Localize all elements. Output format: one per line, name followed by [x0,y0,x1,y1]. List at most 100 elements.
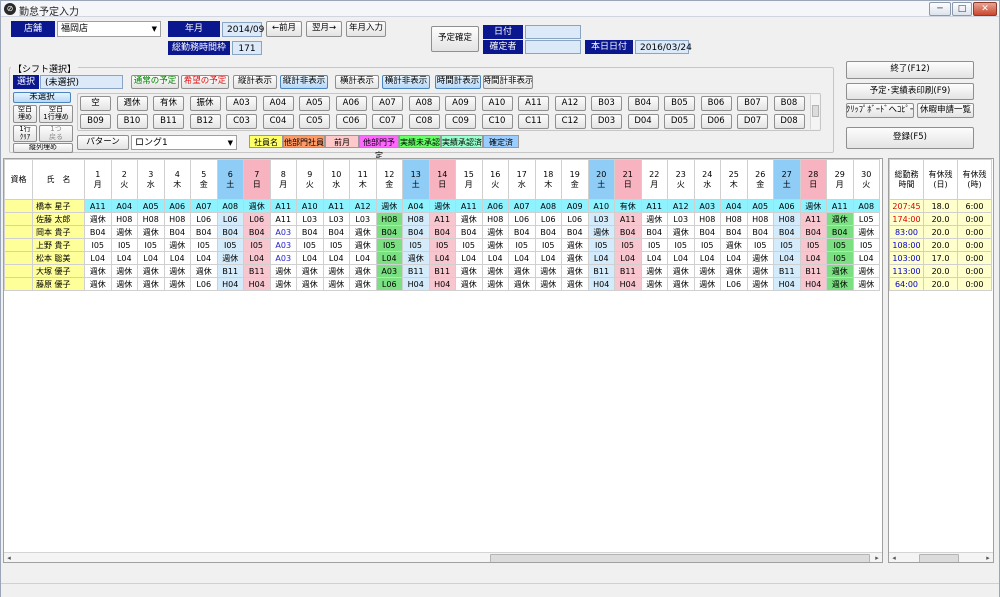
shift-cell[interactable]: 週休 [561,277,589,291]
shift-cell[interactable]: 週休 [110,264,138,278]
day-header[interactable]: 18 木 [534,159,562,200]
shift-cell[interactable]: L04 [243,251,271,265]
shift-cell[interactable]: A12 [667,199,695,213]
shift-cell[interactable]: B04 [402,225,430,239]
shift-cell[interactable]: 有休 [614,199,642,213]
palette-scroll-thumb[interactable] [812,105,819,117]
employee-name[interactable]: 上野 貴子 [32,238,85,252]
shift-cell[interactable]: A03 [269,225,297,239]
shift-cell[interactable]: B04 [84,225,112,239]
shift-cell[interactable]: B04 [826,225,854,239]
shift-cell[interactable]: 週休 [190,264,218,278]
shift-code-button[interactable]: B04 [627,96,659,111]
shift-cell[interactable]: L06 [190,212,218,226]
shift-code-button[interactable]: C12 [554,114,586,129]
shift-cell[interactable]: 週休 [667,225,695,239]
row-clear-button[interactable]: 1行 ｸﾘｱ [13,125,37,142]
shift-cell[interactable]: A12 [349,199,377,213]
shift-cell[interactable]: A04 [110,199,138,213]
day-header[interactable]: 7日 [243,159,271,200]
shift-cell[interactable]: L04 [84,251,112,265]
shift-cell[interactable]: L04 [799,251,827,265]
shift-code-button[interactable]: D03 [591,114,622,129]
shift-cell[interactable]: 週休 [296,277,324,291]
shift-cell[interactable]: I05 [773,238,801,252]
shift-cell[interactable]: L06 [243,212,271,226]
shift-cell[interactable]: I05 [322,238,350,252]
shift-code-button[interactable]: B10 [116,114,148,129]
shift-cell[interactable]: B04 [508,225,536,239]
shift-cell[interactable]: A06 [163,199,191,213]
shift-cell[interactable]: I05 [746,238,774,252]
shift-cell[interactable]: L04 [773,251,801,265]
shift-cell[interactable]: A11 [269,199,297,213]
shift-cell[interactable]: 週休 [852,225,880,239]
shift-cell[interactable]: I05 [799,238,827,252]
shift-cell[interactable]: B04 [216,225,244,239]
shift-cell[interactable]: H08 [720,212,748,226]
shift-cell[interactable]: B11 [614,264,642,278]
scroll-right-icon[interactable]: ▸ [872,553,882,562]
undo-button[interactable]: 1つ 戻る [39,125,73,142]
shift-cell[interactable]: A11 [826,199,854,213]
shift-code-button[interactable]: A11 [518,96,549,111]
shift-cell[interactable]: 週休 [746,264,774,278]
shift-cell[interactable]: 週休 [481,225,509,239]
qualification-cell[interactable] [4,238,33,252]
day-header[interactable]: 26 金 [746,159,774,200]
shift-code-button[interactable]: D05 [664,114,695,129]
shift-cell[interactable]: 週休 [84,212,112,226]
shift-cell[interactable]: B04 [640,225,668,239]
shift-cell[interactable]: A04 [402,199,430,213]
shift-cell[interactable]: 週休 [84,277,112,291]
shift-cell[interactable]: 週休 [852,277,880,291]
shift-cell[interactable]: I05 [216,238,244,252]
shift-cell[interactable]: 週休 [561,251,589,265]
shift-cell[interactable]: 週休 [349,277,377,291]
shift-code-button[interactable]: C07 [372,114,403,129]
shift-cell[interactable]: 週休 [667,264,695,278]
shift-cell[interactable]: L03 [667,212,695,226]
shift-cell[interactable]: L03 [587,212,615,226]
day-header[interactable]: 13 土 [402,159,430,200]
shift-cell[interactable]: L03 [322,212,350,226]
shift-cell[interactable]: L03 [349,212,377,226]
day-header[interactable]: 28 日 [799,159,827,200]
shift-cell[interactable]: B04 [296,225,324,239]
shift-cell[interactable]: L06 [720,277,748,291]
shift-cell[interactable]: A08 [534,199,562,213]
qualification-cell[interactable] [4,212,33,226]
day-header[interactable]: 27 土 [773,159,801,200]
day-header[interactable]: 22 月 [640,159,668,200]
shift-cell[interactable]: B11 [243,264,271,278]
day-header[interactable]: 9火 [296,159,324,200]
shift-cell[interactable]: B04 [720,225,748,239]
shift-cell[interactable]: A05 [746,199,774,213]
shift-code-button[interactable]: A08 [408,96,440,111]
shift-cell[interactable]: A08 [216,199,244,213]
shift-cell[interactable]: 週休 [243,199,271,213]
shift-cell[interactable]: H04 [216,277,244,291]
shift-cell[interactable]: I05 [826,238,854,252]
shift-cell[interactable]: A08 [852,199,880,213]
shift-cell[interactable]: I05 [826,251,854,265]
day-header[interactable]: 29 月 [826,159,854,200]
shift-cell[interactable]: 週休 [349,264,377,278]
shift-cell[interactable]: H08 [137,212,165,226]
day-header[interactable]: 19 金 [561,159,589,200]
shift-cell[interactable]: B04 [375,225,403,239]
shift-cell[interactable]: 週休 [640,212,668,226]
qualification-cell[interactable] [4,277,33,291]
shift-cell[interactable]: 週休 [84,264,112,278]
shift-cell[interactable]: H04 [428,277,456,291]
shift-cell[interactable]: A06 [773,199,801,213]
shift-cell[interactable]: 週休 [534,264,562,278]
shift-cell[interactable]: 週休 [561,238,589,252]
shift-cell[interactable]: I05 [508,238,536,252]
shift-cell[interactable]: B11 [799,264,827,278]
employee-name[interactable]: 藤原 優子 [32,277,85,291]
wish-plan-button[interactable]: 希望の予定 [181,75,229,89]
shift-cell[interactable]: I05 [455,238,483,252]
next-month-button[interactable]: 翌月→ [306,21,342,37]
shift-cell[interactable]: B04 [322,225,350,239]
